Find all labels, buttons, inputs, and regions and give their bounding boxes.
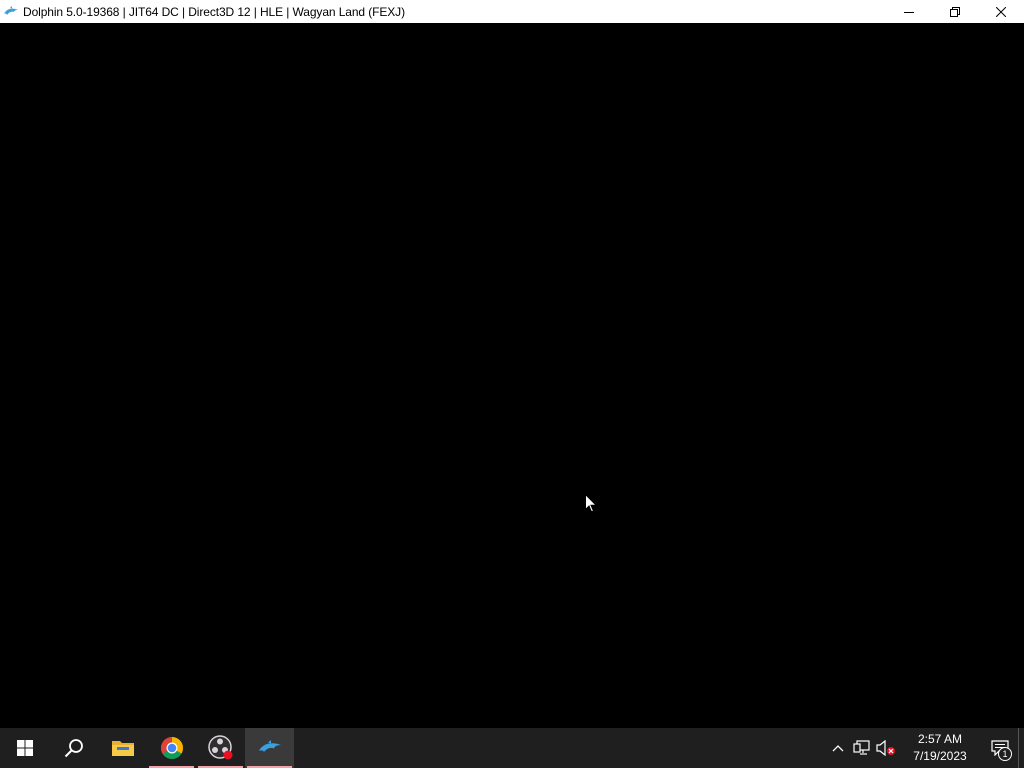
dolphin-icon [258, 740, 281, 752]
network-button[interactable] [850, 728, 874, 768]
action-center-button[interactable]: 1 [982, 728, 1018, 768]
dolphin-taskbar-button[interactable] [245, 728, 294, 768]
chevron-up-icon [832, 745, 844, 752]
search-icon [64, 739, 83, 758]
chrome-icon [160, 737, 183, 759]
minimize-button[interactable] [886, 0, 932, 23]
search-button[interactable] [49, 728, 98, 768]
clock-date: 7/19/2023 [913, 749, 967, 763]
show-desktop-button[interactable] [1018, 728, 1024, 768]
minimize-icon [904, 11, 914, 13]
notification-count-badge: 1 [998, 747, 1012, 761]
dolphin-icon [3, 4, 19, 20]
chrome-button[interactable] [147, 728, 196, 768]
taskbar: 2:57 AM 7/19/2023 1 [0, 728, 1024, 768]
file-explorer-button[interactable] [98, 728, 147, 768]
clock[interactable]: 2:57 AM 7/19/2023 [898, 728, 982, 768]
windows-logo-icon [16, 740, 33, 756]
speaker-muted-icon [876, 740, 895, 756]
title-bar[interactable]: Dolphin 5.0-19368 | JIT64 DC | Direct3D … [0, 0, 1024, 23]
obs-icon [207, 735, 232, 760]
close-button[interactable] [978, 0, 1024, 23]
dolphin-window: Dolphin 5.0-19368 | JIT64 DC | Direct3D … [0, 0, 1024, 728]
restore-icon [950, 6, 960, 17]
folder-icon [111, 741, 134, 756]
obs-button[interactable] [196, 728, 245, 768]
system-tray: 2:57 AM 7/19/2023 1 [826, 728, 1024, 768]
clock-time: 2:57 AM [917, 732, 963, 746]
window-controls [886, 0, 1024, 23]
game-render-area[interactable] [0, 23, 1024, 728]
network-icon [853, 740, 870, 755]
window-title: Dolphin 5.0-19368 | JIT64 DC | Direct3D … [23, 4, 405, 19]
show-hidden-icons-button[interactable] [826, 728, 850, 768]
volume-button[interactable] [874, 728, 898, 768]
mouse-cursor-icon [585, 494, 597, 513]
close-icon [996, 6, 1006, 17]
restore-button[interactable] [932, 0, 978, 23]
start-button[interactable] [0, 728, 49, 768]
